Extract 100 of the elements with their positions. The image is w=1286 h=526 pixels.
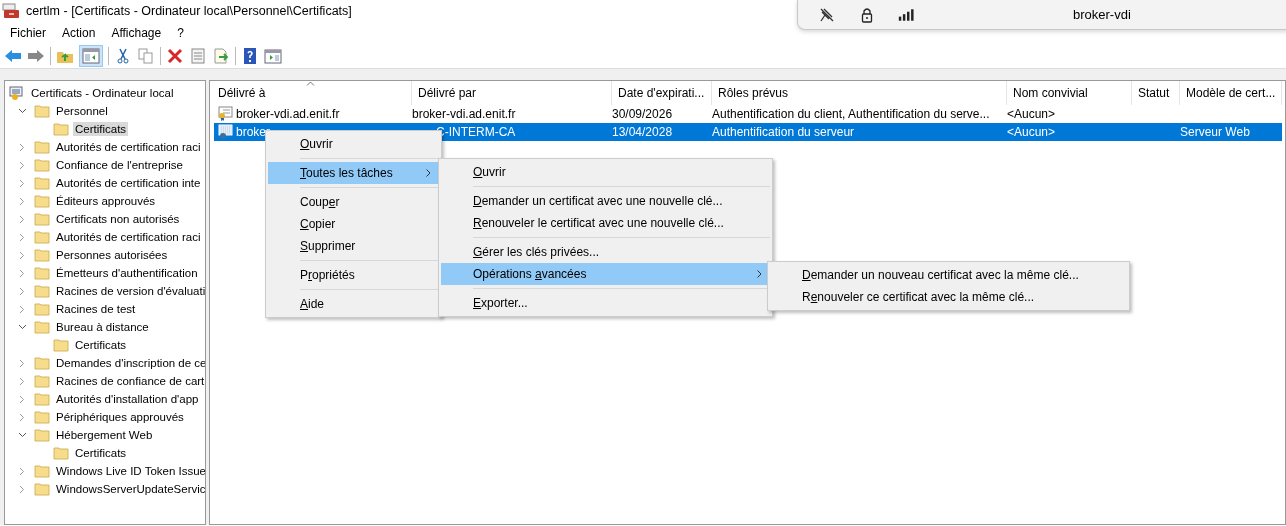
folder-icon bbox=[34, 319, 50, 335]
forward-arrow-icon[interactable] bbox=[27, 48, 45, 64]
context-menu-item[interactable]: Demander un nouveau certificat avec la même clé... bbox=[770, 264, 1127, 286]
context-menu-item[interactable]: Renouveler ce certificat avec la même clé... bbox=[770, 286, 1127, 308]
signal-icon[interactable] bbox=[898, 6, 916, 23]
tree-item[interactable]: Autorités de certification raci bbox=[54, 230, 203, 244]
tree-item[interactable]: WindowsServerUpdateServic bbox=[54, 482, 205, 496]
tree-item[interactable]: Autorités d'installation d'app bbox=[54, 392, 201, 406]
tree-item[interactable]: Autorités de certification inte bbox=[54, 176, 203, 190]
folder-icon bbox=[53, 121, 69, 137]
context-menu-item[interactable]: Demander un certificat avec une nouvelle clé... bbox=[441, 190, 770, 212]
context-menu-item[interactable]: Supprimer bbox=[268, 235, 439, 257]
folder-icon bbox=[34, 265, 50, 281]
certificate-icon bbox=[218, 106, 234, 122]
collapse-chevron-icon[interactable] bbox=[19, 412, 25, 422]
folder-icon bbox=[34, 283, 50, 299]
help-icon[interactable] bbox=[241, 48, 259, 64]
collapse-chevron-icon[interactable] bbox=[19, 214, 25, 224]
folder-icon bbox=[34, 373, 50, 389]
context-menu-item[interactable]: Toutes les tâches bbox=[268, 162, 439, 184]
collapse-chevron-icon[interactable] bbox=[19, 268, 25, 278]
tree-item[interactable]: Confiance de l'entreprise bbox=[54, 158, 185, 172]
tree-item[interactable]: Émetteurs d'authentification bbox=[54, 266, 200, 280]
tree-item[interactable]: Racines de test bbox=[54, 302, 138, 316]
folder-icon bbox=[34, 409, 50, 425]
column-header[interactable]: Délivré à bbox=[212, 81, 412, 105]
folder-icon bbox=[34, 157, 50, 173]
context-menu-item[interactable]: Gérer les clés privées... bbox=[441, 241, 770, 263]
tree-item[interactable]: Certificats - Ordinateur local bbox=[29, 86, 176, 100]
tree-item[interactable]: Hébergement Web bbox=[54, 428, 155, 442]
expand-chevron-icon[interactable] bbox=[17, 108, 27, 114]
app-icon bbox=[2, 3, 20, 19]
collapse-chevron-icon[interactable] bbox=[19, 178, 25, 188]
back-arrow-icon[interactable] bbox=[4, 48, 22, 64]
table-cell: Authentification du client, Authentification du serve... bbox=[712, 107, 990, 121]
menu-item[interactable]: Fichier bbox=[4, 24, 52, 42]
column-header[interactable]: Modèle de cert... bbox=[1180, 81, 1282, 105]
context-menu-item[interactable]: Ouvrir bbox=[441, 161, 770, 183]
tree-item[interactable]: Certificats bbox=[73, 446, 129, 460]
menu-item[interactable]: Affichage bbox=[105, 24, 168, 42]
column-header[interactable]: Statut bbox=[1132, 81, 1180, 105]
folder-icon bbox=[34, 211, 50, 227]
context-menu-item[interactable]: Couper bbox=[268, 191, 439, 213]
tree-item[interactable]: Certificats non autorisés bbox=[54, 212, 182, 226]
window-title: certlm - [Certificats - Ordinateur local\Personnel\Certificats] bbox=[26, 4, 352, 18]
tree-item[interactable]: Racines de version d'évaluati bbox=[54, 284, 205, 298]
column-header[interactable]: Nom convivial bbox=[1007, 81, 1132, 105]
tree-item[interactable]: Autorités de certification raci bbox=[54, 140, 203, 154]
context-menu-item[interactable]: Exporter... bbox=[441, 292, 770, 314]
collapse-chevron-icon[interactable] bbox=[19, 358, 25, 368]
context-menu-item[interactable]: Propriétés bbox=[268, 264, 439, 286]
collapse-chevron-icon[interactable] bbox=[19, 232, 25, 242]
collapse-chevron-icon[interactable] bbox=[19, 376, 25, 386]
folder-icon bbox=[34, 355, 50, 371]
folder-icon bbox=[34, 427, 50, 443]
collapse-chevron-icon[interactable] bbox=[19, 196, 25, 206]
column-header[interactable]: Rôles prévus bbox=[712, 81, 1007, 105]
delete-icon[interactable] bbox=[166, 48, 184, 64]
tree-item[interactable]: Certificats bbox=[73, 122, 129, 136]
column-header[interactable]: Délivré par bbox=[412, 81, 612, 105]
tree-item[interactable]: Personnel bbox=[54, 104, 110, 118]
export-icon[interactable] bbox=[212, 48, 230, 64]
folder-icon bbox=[34, 139, 50, 155]
menu-item[interactable]: Action bbox=[56, 24, 102, 42]
folder-icon bbox=[53, 337, 69, 353]
certificate-store-icon bbox=[9, 85, 25, 101]
tree-item[interactable]: Personnes autorisées bbox=[54, 248, 170, 262]
tree-item[interactable]: Windows Live ID Token Issue bbox=[54, 464, 205, 478]
collapse-chevron-icon[interactable] bbox=[19, 394, 25, 404]
expand-chevron-icon[interactable] bbox=[17, 324, 27, 330]
expand-chevron-icon[interactable] bbox=[17, 432, 27, 438]
context-menu-item[interactable]: Renouveler le certificat avec une nouvelle clé... bbox=[441, 212, 770, 234]
context-menu-item[interactable]: Aide bbox=[268, 293, 439, 315]
tree-item[interactable]: Éditeurs approuvés bbox=[54, 194, 158, 208]
collapse-chevron-icon[interactable] bbox=[19, 286, 25, 296]
tree-item[interactable]: Racines de confiance de cart bbox=[54, 374, 205, 388]
context-menu-item[interactable]: Opérations avancées bbox=[441, 263, 770, 285]
table-row[interactable]: broker-vdi.ad.enit.fr broker-vdi.ad.enit.fr 30/09/2026 Authentification du client, Authentification du serve... <Aucun> bbox=[214, 105, 1282, 123]
context-menu-item[interactable]: Copier bbox=[268, 213, 439, 235]
folder-icon bbox=[34, 463, 50, 479]
scissors-icon[interactable] bbox=[114, 48, 132, 64]
collapse-chevron-icon[interactable] bbox=[19, 160, 25, 170]
sort-caret-icon bbox=[306, 81, 315, 86]
action-pane-icon[interactable] bbox=[264, 48, 282, 64]
collapse-chevron-icon[interactable] bbox=[19, 304, 25, 314]
tree-item[interactable]: Bureau à distance bbox=[54, 320, 151, 334]
collapse-chevron-icon[interactable] bbox=[19, 250, 25, 260]
collapse-chevron-icon[interactable] bbox=[19, 142, 25, 152]
tree-item[interactable]: Certificats bbox=[73, 338, 129, 352]
column-header[interactable]: Date d'expirati... bbox=[612, 81, 712, 105]
tree-item[interactable]: Périphériques approuvés bbox=[54, 410, 186, 424]
copy-icon[interactable] bbox=[137, 48, 155, 64]
table-cell: 30/09/2026 bbox=[612, 107, 673, 121]
collapse-chevron-icon[interactable] bbox=[19, 484, 25, 494]
tree-pane-icon[interactable] bbox=[79, 45, 103, 67]
collapse-chevron-icon[interactable] bbox=[19, 466, 25, 476]
unpin-icon[interactable] bbox=[818, 6, 836, 23]
properties-icon[interactable] bbox=[189, 48, 207, 64]
menu-item[interactable]: ? bbox=[171, 24, 190, 42]
context-menu-item[interactable]: Ouvrir bbox=[268, 133, 439, 155]
